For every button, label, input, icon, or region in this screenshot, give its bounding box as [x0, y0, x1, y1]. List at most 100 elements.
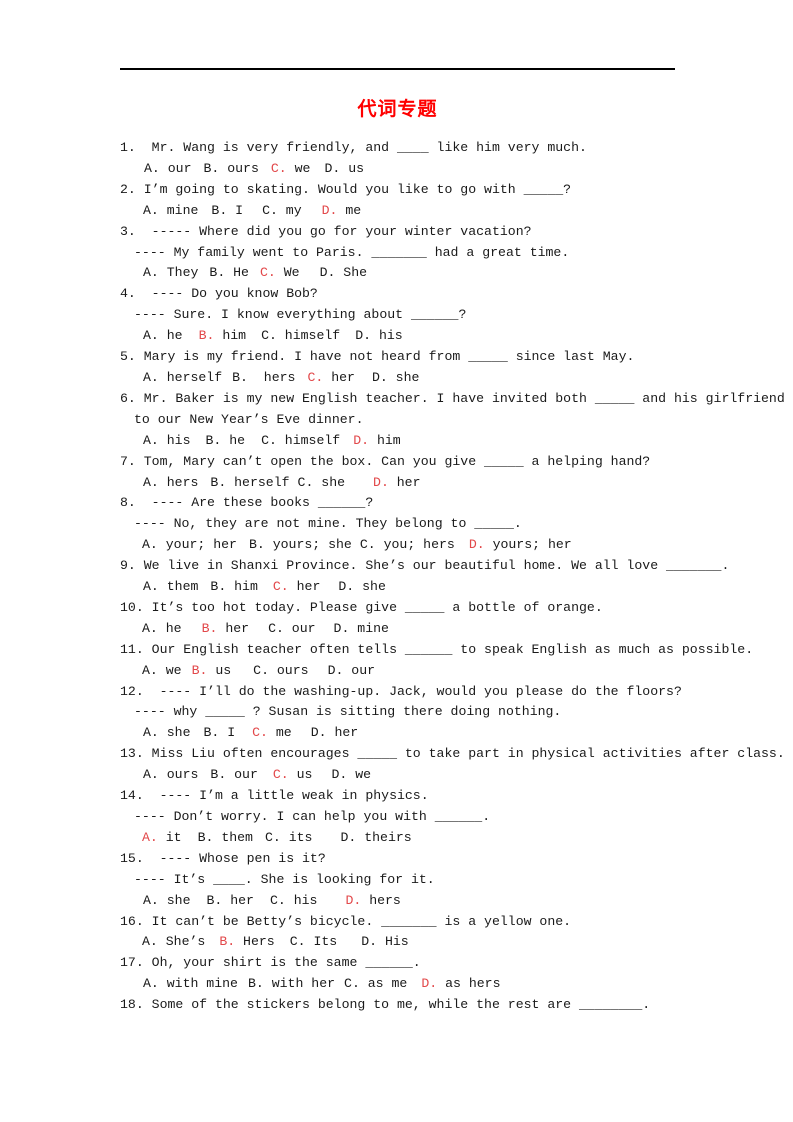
option-marker: B.: [232, 369, 248, 385]
option-marker: C.: [262, 202, 278, 218]
option-choice[interactable]: C. ours: [231, 661, 308, 682]
option-choice[interactable]: C. himself: [246, 326, 340, 347]
option-choice[interactable]: A. our: [134, 159, 191, 180]
option-choice[interactable]: B. our: [198, 765, 257, 786]
option-choice[interactable]: C. himself: [245, 431, 340, 452]
option-choice[interactable]: A. hers: [134, 473, 198, 494]
option-choice[interactable]: A. it: [134, 828, 182, 849]
option-text: we: [286, 160, 311, 176]
option-choice[interactable]: C. you; hers: [352, 535, 455, 556]
option-choice[interactable]: B. Hers: [205, 932, 274, 953]
option-choice[interactable]: C. Its: [275, 932, 337, 953]
option-marker: D.: [327, 662, 344, 678]
option-choice[interactable]: C. me: [235, 723, 292, 744]
option-text: our: [226, 767, 258, 783]
option-choice[interactable]: A. we: [134, 661, 182, 682]
option-choice[interactable]: B. I: [190, 723, 235, 744]
option-marker-selected: C.: [272, 767, 289, 783]
option-marker: D.: [338, 579, 355, 595]
option-choice[interactable]: D. mine: [316, 619, 389, 640]
option-choice[interactable]: B. her: [182, 619, 249, 640]
option-choice[interactable]: D. as hers: [407, 974, 500, 995]
option-marker-selected: D.: [345, 892, 362, 908]
option-choice[interactable]: C. her: [258, 577, 320, 598]
option-choice[interactable]: A. herself: [134, 368, 222, 389]
option-text: her: [388, 474, 421, 490]
option-choice[interactable]: C. us: [258, 765, 313, 786]
option-choice[interactable]: D. hers: [317, 891, 400, 912]
option-choice[interactable]: B. them: [182, 828, 253, 849]
option-choice[interactable]: C. her: [295, 368, 354, 389]
header-divider: [120, 68, 675, 70]
option-choice[interactable]: D. us: [310, 159, 364, 180]
option-marker: A.: [143, 725, 159, 741]
option-choice[interactable]: A. he: [134, 619, 182, 640]
option-choice[interactable]: B. her: [190, 891, 253, 912]
option-choice[interactable]: B. I: [198, 201, 243, 222]
option-choice[interactable]: D. she: [355, 368, 419, 389]
question-item: 5. Mary is my friend. I have not heard f…: [120, 347, 690, 389]
option-choice[interactable]: C. she: [290, 473, 345, 494]
question-item: 17. Oh, your shirt is the same ______. A.…: [120, 953, 690, 995]
question-stem: 9. We live in Shanxi Province. She’s our…: [120, 558, 730, 574]
option-choice[interactable]: B. hers: [222, 368, 295, 389]
option-choice[interactable]: B. herself: [198, 473, 289, 494]
option-choice[interactable]: B. us: [182, 661, 232, 682]
option-choice[interactable]: A. them: [134, 577, 198, 598]
option-row: A. she B. I C. me D. her: [120, 723, 690, 744]
question-item: 4. ---- Do you know Bob? ---- Sure. I kno…: [120, 284, 690, 347]
option-choice[interactable]: B. ours: [191, 159, 258, 180]
question-stem-continuation: ---- Don’t worry. I can help you with __…: [134, 809, 491, 824]
option-choice[interactable]: A. mine: [134, 201, 198, 222]
option-choice[interactable]: A. his: [134, 431, 190, 452]
option-text: his: [285, 892, 318, 908]
option-choice[interactable]: B. him: [183, 326, 246, 347]
option-choice[interactable]: C. his: [254, 891, 317, 912]
option-choice[interactable]: C. our: [249, 619, 315, 640]
option-choice[interactable]: C. We: [249, 263, 300, 284]
option-choice[interactable]: D. our: [309, 661, 375, 682]
option-choice[interactable]: A. he: [134, 326, 183, 347]
option-choice[interactable]: D. we: [312, 765, 371, 786]
option-choice[interactable]: B. He: [198, 263, 249, 284]
question-stem: 16. It can’t be Betty’s bicycle. _______…: [120, 913, 572, 929]
option-text: ours: [219, 160, 259, 176]
option-choice[interactable]: A. she: [134, 723, 190, 744]
option-choice[interactable]: A. your; her: [134, 535, 237, 556]
option-choice[interactable]: A. with mine: [134, 974, 238, 995]
option-choice[interactable]: D. theirs: [312, 828, 411, 849]
option-choice[interactable]: D. His: [337, 932, 408, 953]
option-choice[interactable]: B. with her: [238, 974, 335, 995]
option-text: hers: [158, 474, 199, 490]
option-choice[interactable]: D. her: [292, 723, 358, 744]
option-choice[interactable]: D. his: [340, 326, 402, 347]
option-text: his: [371, 328, 403, 344]
option-choice[interactable]: C. my: [243, 201, 302, 222]
option-marker: A.: [142, 620, 158, 636]
option-choice[interactable]: C. as me: [335, 974, 407, 995]
question-stem-continuation: ---- Sure. I know everything about _____…: [134, 307, 467, 323]
option-choice[interactable]: A. They: [134, 263, 198, 284]
option-choice[interactable]: B. he: [190, 431, 245, 452]
option-choice[interactable]: D. her: [345, 473, 420, 494]
option-choice[interactable]: D. She: [300, 263, 367, 284]
option-choice[interactable]: D. me: [302, 201, 362, 222]
option-row: A. your; her B. yours; she C. you; hers D. …: [120, 535, 690, 556]
option-row: A. with mine B. with her C. as me D. as her…: [120, 974, 690, 995]
option-choice[interactable]: A. She’s: [134, 932, 205, 953]
option-choice[interactable]: B. him: [198, 577, 257, 598]
option-row: A. we B. us C. ours D. our: [120, 661, 690, 682]
option-text: me: [267, 725, 292, 741]
option-text: His: [377, 934, 409, 950]
option-choice[interactable]: A. she: [134, 891, 190, 912]
option-choice[interactable]: D. she: [320, 577, 385, 598]
option-choice[interactable]: D. yours; her: [455, 535, 572, 556]
option-choice[interactable]: C. we: [259, 159, 311, 180]
option-choice[interactable]: C. its: [253, 828, 312, 849]
option-text: ours: [158, 767, 199, 783]
option-choice[interactable]: A. ours: [134, 765, 198, 786]
option-text: he: [158, 328, 183, 344]
option-choice[interactable]: B. yours; she: [237, 535, 352, 556]
option-choice[interactable]: D. him: [340, 431, 400, 452]
option-marker-selected: A.: [142, 829, 158, 845]
